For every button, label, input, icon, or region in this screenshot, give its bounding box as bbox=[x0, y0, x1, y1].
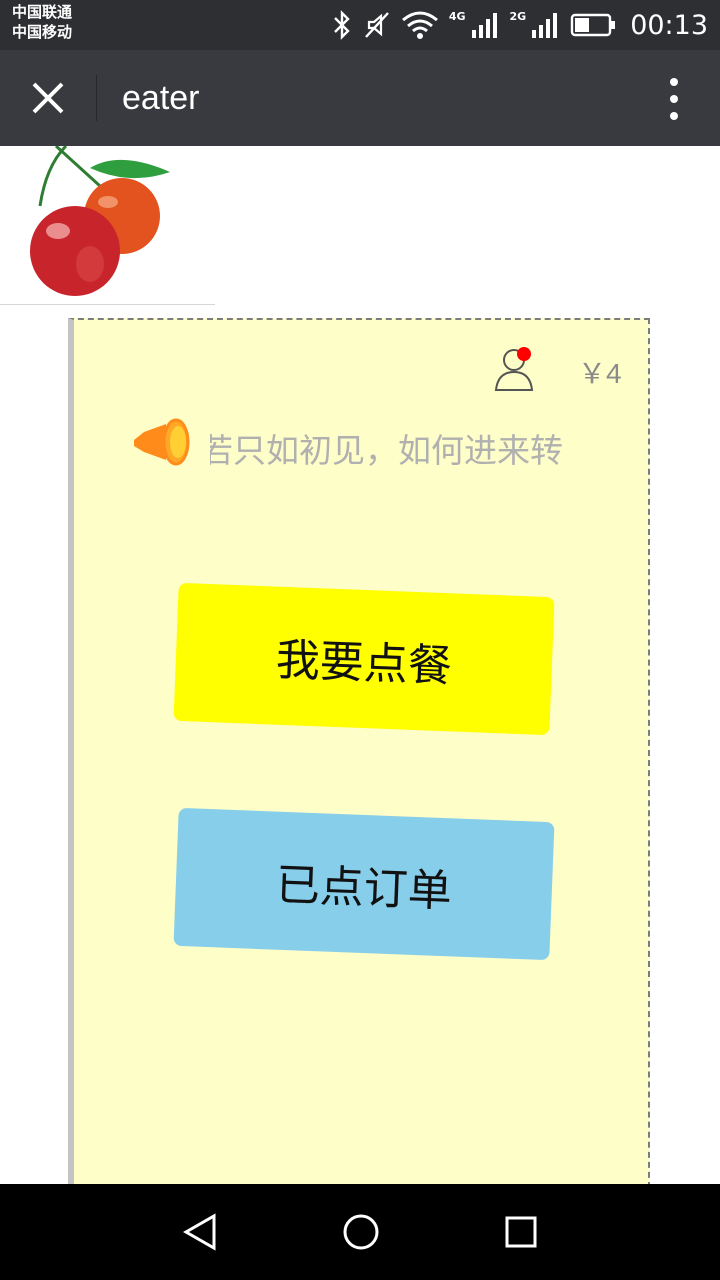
cherry-logo bbox=[0, 146, 215, 305]
system-nav-bar bbox=[0, 1184, 720, 1280]
balance-label: ￥4 bbox=[578, 358, 622, 389]
signal-4g-icon bbox=[471, 13, 497, 38]
page-title: eater bbox=[122, 79, 200, 117]
announcement-text: 若只如初见，如何进来转 bbox=[210, 431, 563, 468]
more-vertical-icon[interactable] bbox=[664, 76, 684, 122]
title-bar: eater bbox=[0, 50, 720, 146]
wifi-icon bbox=[401, 11, 438, 39]
carrier-1: 中国联通 bbox=[12, 3, 73, 21]
announcement-marquee: 若只如初见，如何进来转 bbox=[210, 424, 598, 468]
status-icons: 4G 2G 00:13 bbox=[331, 8, 708, 42]
signal-2g-icon bbox=[532, 13, 558, 38]
carrier-names: 中国联通 中国移动 bbox=[12, 2, 72, 42]
carrier-2: 中国移动 bbox=[12, 23, 73, 41]
recents-square-icon[interactable] bbox=[497, 1208, 545, 1256]
close-icon[interactable] bbox=[20, 70, 76, 126]
title-divider bbox=[96, 75, 97, 121]
my-orders-button[interactable]: 已点订单 bbox=[173, 807, 555, 961]
main-card: ￥4 若只如初见，如何进来转 我要点餐 已点订单 bbox=[68, 318, 650, 1198]
megaphone-icon bbox=[134, 418, 190, 466]
home-circle-icon[interactable] bbox=[337, 1208, 385, 1256]
back-triangle-icon[interactable] bbox=[176, 1208, 224, 1256]
status-bar: 中国联通 中国移动 4G 2G 00:13 bbox=[0, 0, 720, 50]
order-button[interactable]: 我要点餐 bbox=[173, 582, 555, 736]
network-2g-label: 2G bbox=[509, 9, 527, 23]
user-profile-icon[interactable] bbox=[494, 346, 542, 392]
battery-icon bbox=[570, 13, 616, 37]
clock: 00:13 bbox=[630, 9, 708, 41]
notification-dot bbox=[517, 347, 531, 361]
mute-icon bbox=[364, 12, 389, 38]
network-4g-label: 4G bbox=[448, 9, 466, 23]
bluetooth-icon bbox=[333, 10, 350, 40]
